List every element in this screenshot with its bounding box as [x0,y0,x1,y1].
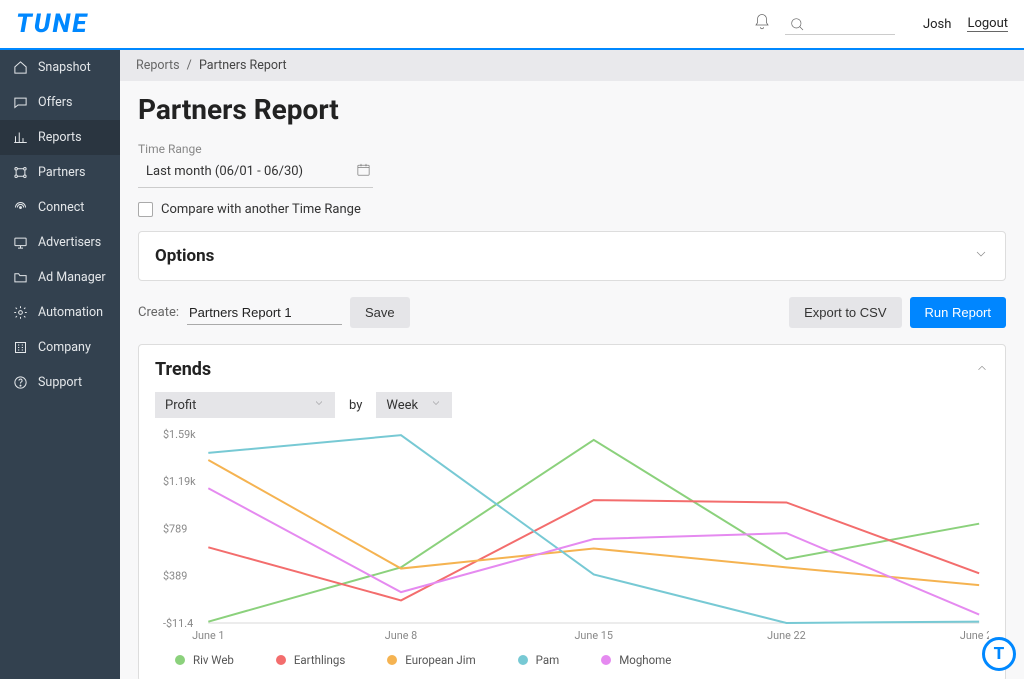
svg-text:June 29: June 29 [960,629,989,642]
legend-dot [601,655,611,665]
sidebar-item-ad-manager[interactable]: Ad Manager [0,260,120,295]
svg-text:$1.19k: $1.19k [163,475,196,488]
legend-label: Moghome [619,653,671,667]
sidebar-item-label: Automation [38,305,103,320]
legend-dot [276,655,286,665]
sidebar-item-label: Company [38,340,91,355]
svg-text:June 8: June 8 [385,629,417,642]
legend-label: Riv Web [193,653,234,667]
help-icon [12,375,28,390]
svg-text:$389: $389 [163,570,187,583]
legend-dot [387,655,397,665]
options-title: Options [155,246,214,266]
svg-text:June 1: June 1 [192,629,224,642]
building-icon [12,340,28,355]
period-selected: Week [386,398,418,413]
folder-icon [12,270,28,285]
chevron-up-icon[interactable] [975,360,989,379]
legend-item[interactable]: Earthlings [276,653,345,667]
breadcrumb-root[interactable]: Reports [136,58,180,73]
search-icon [789,16,805,32]
time-range-label: Time Range [138,142,1006,156]
time-range-value: Last month (06/01 - 06/30) [146,164,303,179]
sidebar-item-label: Partners [38,165,85,180]
network-icon [12,165,28,180]
sidebar-item-company[interactable]: Company [0,330,120,365]
home-icon [12,60,28,75]
sidebar-item-label: Ad Manager [38,270,106,285]
svg-text:June 15: June 15 [574,629,613,642]
legend-item[interactable]: Pam [518,653,560,667]
page-title: Partners Report [138,93,1006,126]
logo[interactable]: TUNE [16,9,88,39]
legend-item[interactable]: Riv Web [175,653,234,667]
time-range-picker[interactable]: Last month (06/01 - 06/30) [138,158,373,188]
compare-checkbox[interactable] [138,202,153,217]
svg-text:June 22: June 22 [767,629,806,642]
legend-dot [518,655,528,665]
sidebar-item-label: Reports [38,130,82,145]
legend-dot [175,655,185,665]
metric-selected: Profit [165,398,196,413]
legend-item[interactable]: European Jim [387,653,475,667]
sidebar-item-label: Support [38,375,82,390]
trends-title: Trends [155,359,211,380]
calendar-icon [356,162,371,181]
period-select[interactable]: Week [376,392,452,418]
sidebar-item-automation[interactable]: Automation [0,295,120,330]
breadcrumb-sep: / [187,58,192,73]
trends-panel: Trends Profit by Week $1.59k $1.19k $789 [138,344,1006,679]
sidebar-item-connect[interactable]: Connect [0,190,120,225]
legend-label: Earthlings [294,653,345,667]
sidebar-item-support[interactable]: Support [0,365,120,400]
username[interactable]: Josh [923,17,951,32]
sidebar-item-partners[interactable]: Partners [0,155,120,190]
chart-legend: Riv Web Earthlings European Jim Pam Moghome [155,653,989,667]
create-label: Create: [138,305,179,320]
chevron-down-icon [430,397,442,413]
svg-text:$1.59k: $1.59k [163,428,196,441]
sidebar-item-reports[interactable]: Reports [0,120,120,155]
logout-link[interactable]: Logout [967,16,1008,32]
report-name-input[interactable] [187,301,342,325]
sidebar-item-label: Connect [38,200,84,215]
metric-select[interactable]: Profit [155,392,335,418]
main-content: Reports / Partners Report Partners Repor… [120,50,1024,679]
help-badge[interactable]: T [982,637,1016,671]
sidebar-item-label: Snapshot [38,60,91,75]
svg-text:$789: $789 [163,522,187,535]
gear-icon [12,305,28,320]
sidebar-item-offers[interactable]: Offers [0,85,120,120]
run-report-button[interactable]: Run Report [910,297,1006,328]
sidebar-item-snapshot[interactable]: Snapshot [0,50,120,85]
display-icon [12,235,28,250]
sidebar-item-label: Offers [38,95,72,110]
options-panel[interactable]: Options [138,231,1006,281]
compare-label: Compare with another Time Range [161,202,361,217]
header: TUNE Josh Logout [0,0,1024,50]
by-label: by [349,398,362,413]
save-button[interactable]: Save [350,297,410,328]
chat-icon [12,95,28,110]
breadcrumb-current: Partners Report [199,58,287,73]
trends-chart: $1.59k $1.19k $789 $389 -$11.4June 1 June 8 Ju… [161,428,989,643]
export-csv-button[interactable]: Export to CSV [789,297,901,328]
search-input[interactable] [785,14,895,35]
breadcrumb: Reports / Partners Report [120,50,1024,81]
legend-item[interactable]: Moghome [601,653,671,667]
sidebar-item-advertisers[interactable]: Advertisers [0,225,120,260]
legend-label: European Jim [405,653,475,667]
legend-label: Pam [536,653,560,667]
signal-icon [12,200,28,215]
sidebar: Snapshot Offers Reports Partners Connect… [0,50,120,679]
bar-chart-icon [12,130,28,145]
chevron-down-icon [973,246,989,266]
notifications-icon[interactable] [753,13,771,35]
sidebar-item-label: Advertisers [38,235,101,250]
chevron-down-icon [313,397,325,413]
svg-text:-$11.4: -$11.4 [163,617,193,630]
